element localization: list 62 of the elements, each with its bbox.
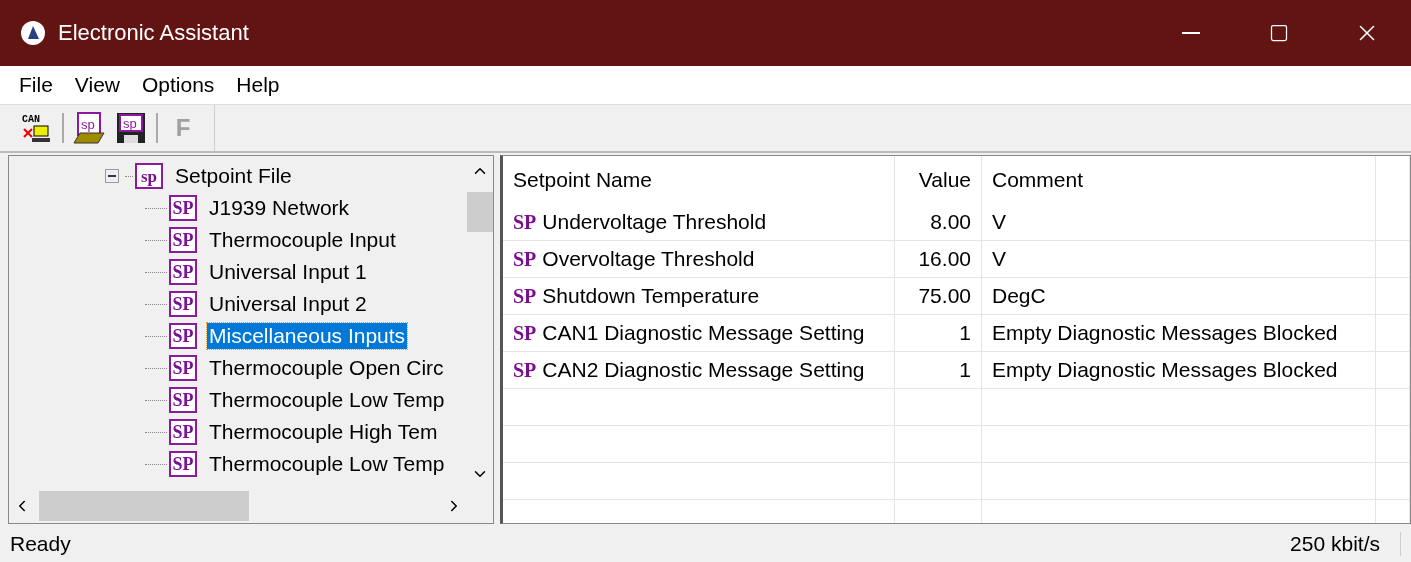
window-title: Electronic Assistant	[58, 20, 250, 46]
table-cell	[1376, 463, 1410, 500]
table-cell: SP Undervoltage Threshold	[503, 204, 895, 241]
maximize-icon	[1269, 23, 1289, 43]
table-cell: SP Shutdown Temperature	[503, 278, 895, 315]
table-cell: V	[982, 241, 1376, 278]
column-header[interactable]: Comment	[982, 156, 1376, 204]
app-logo-icon	[20, 20, 46, 46]
table-cell: Empty Diagnostic Messages Blocked	[982, 352, 1376, 389]
menu-item[interactable]: View	[65, 73, 129, 97]
table-cell	[1376, 389, 1410, 426]
setpoint-icon: SP	[169, 291, 197, 317]
column-header[interactable]: Value	[895, 156, 982, 204]
table-cell: V	[982, 204, 1376, 241]
table-cell: SP Overvoltage Threshold	[503, 241, 895, 278]
menu-item[interactable]: Help	[227, 73, 289, 97]
table-cell: DegC	[982, 278, 1376, 315]
table-cell	[1376, 204, 1410, 241]
table-cell	[1376, 352, 1410, 389]
table-cell	[1376, 426, 1410, 463]
tree-item[interactable]: Thermocouple Open Circ	[207, 355, 446, 381]
setpoint-icon: SP	[169, 227, 197, 253]
menu-item[interactable]: Options	[133, 73, 224, 97]
setpoint-icon: SP	[169, 195, 197, 221]
table-cell	[1376, 278, 1410, 315]
table-cell: 75.00	[895, 278, 982, 315]
setpoint-file-icon: sp	[135, 163, 163, 189]
tree-item[interactable]: Thermocouple High Tem	[207, 419, 440, 445]
table-cell: SP CAN2 Diagnostic Message Setting	[503, 352, 895, 389]
open-file-button[interactable]: sp	[72, 110, 106, 146]
table-cell	[1376, 241, 1410, 278]
table-cell: Empty Diagnostic Messages Blocked	[982, 315, 1376, 352]
setpoint-icon: SP	[169, 323, 197, 349]
table-cell: 1	[895, 315, 982, 352]
tree-item[interactable]: J1939 Network	[207, 195, 352, 221]
tree-item[interactable]: Universal Input 1	[207, 259, 369, 285]
table-cell	[1376, 315, 1410, 352]
setpoint-icon: SP	[169, 387, 197, 413]
tree-item[interactable]: Thermocouple Low Temp	[207, 451, 447, 477]
tree-item[interactable]: Miscellaneous Inputs	[207, 323, 408, 349]
scroll-thumb[interactable]	[39, 491, 249, 521]
bitrate-text: 250 kbit/s	[1270, 532, 1401, 556]
tree-item[interactable]: Thermocouple Input	[207, 227, 398, 253]
menu-item[interactable]: File	[10, 73, 62, 97]
tree-item[interactable]: Thermocouple Low Temp	[207, 387, 447, 413]
can-connect-button[interactable]: CAN	[20, 110, 54, 146]
tree-item[interactable]: Setpoint File	[173, 163, 294, 189]
status-text: Ready	[10, 532, 72, 556]
table-cell: 8.00	[895, 204, 982, 241]
table-cell: SP CAN1 Diagnostic Message Setting	[503, 315, 895, 352]
setpoint-icon: SP	[169, 419, 197, 445]
save-file-button[interactable]: sp	[114, 110, 148, 146]
scroll-thumb[interactable]	[467, 192, 493, 232]
setpoint-icon: SP	[169, 451, 197, 477]
table-cell: 1	[895, 352, 982, 389]
collapse-toggle[interactable]	[105, 169, 119, 183]
setpoint-icon: SP	[169, 355, 197, 381]
minimize-icon	[1182, 32, 1200, 34]
column-header[interactable]: Setpoint Name	[503, 156, 895, 204]
tree-item[interactable]: Universal Input 2	[207, 291, 369, 317]
setpoint-icon: SP	[169, 259, 197, 285]
table-cell: 16.00	[895, 241, 982, 278]
